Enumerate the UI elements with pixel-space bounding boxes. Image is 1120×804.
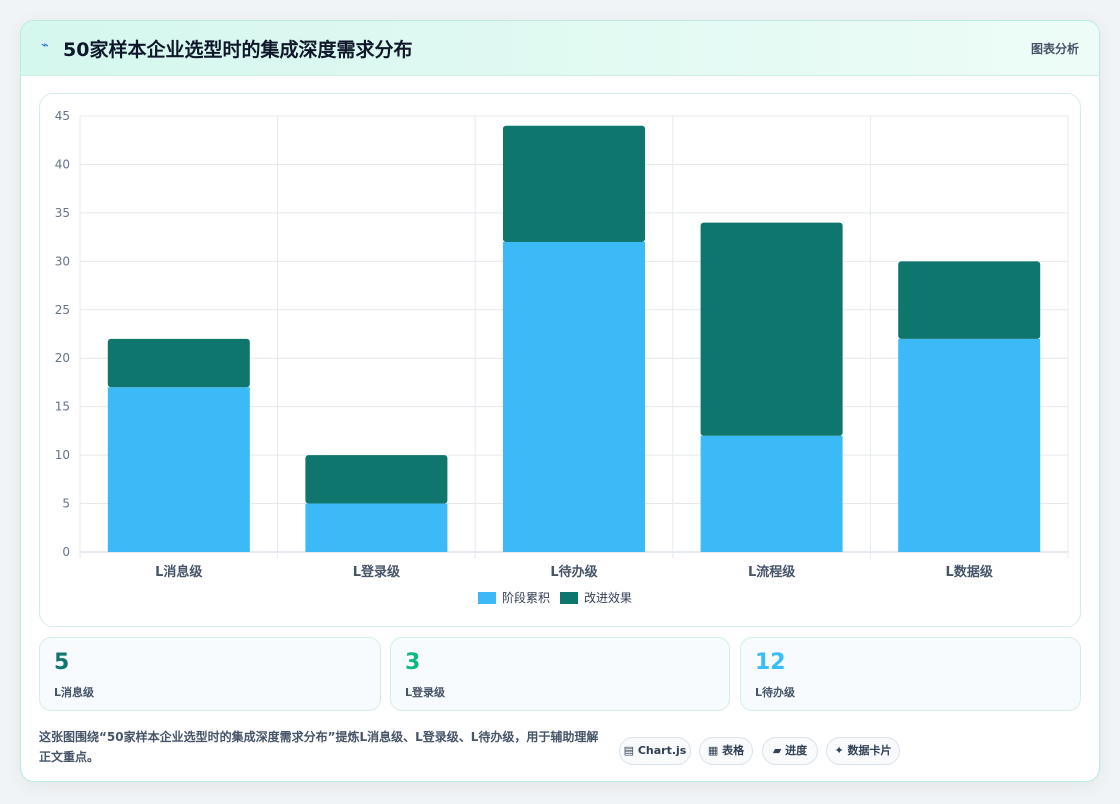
x-tick-label: L登录级 [353, 564, 401, 580]
y-tick-label: 15 [55, 400, 70, 414]
bar-segment [700, 222, 843, 436]
y-tick-label: 30 [55, 254, 70, 268]
stacked-bar-chart: 0 5 10 15 20 25 30 35 40 45 L消息级 L登录级 L待办级 L流程级 L数据级 阶… [55, 109, 1069, 605]
x-tick-label: L流程级 [748, 564, 796, 580]
legend-swatch [478, 592, 496, 604]
stat-value: 12 [755, 650, 786, 675]
tag-chartjs[interactable]: ▤ Chart.js [619, 737, 691, 765]
x-tick-label: L消息级 [155, 564, 203, 580]
y-tick-label: 35 [55, 206, 70, 220]
bar-segment [700, 435, 843, 552]
tag-table[interactable]: ▦ 表格 [699, 737, 753, 765]
stat-card-3: 12 L待办级 [740, 637, 1081, 711]
stat-value: 5 [54, 650, 70, 675]
tag-progress[interactable]: ▰ 进度 [762, 737, 818, 765]
bar-segment [898, 261, 1041, 339]
y-tick-label: 25 [55, 303, 70, 317]
bar-segment [503, 125, 645, 242]
bar-segment [503, 241, 645, 552]
lightning-icon: ⌁ [41, 38, 49, 53]
stat-label: L待办级 [755, 686, 796, 699]
x-tick-label: L数据级 [946, 564, 994, 580]
tag-data-card[interactable]: ✦ 数据卡片 [826, 737, 900, 765]
y-tick-label: 10 [55, 448, 70, 462]
stat-value: 3 [405, 650, 421, 675]
stat-card-1: 5 L消息级 [39, 637, 381, 711]
page-title: 50家样本企业选型时的集成深度需求分布 [63, 39, 413, 61]
bar-segment [898, 338, 1041, 552]
bar-segment [305, 455, 448, 504]
chart-description: 这张图围绕“50家样本企业选型时的集成深度需求分布”提炼L消息级、L登录级、L待… [39, 730, 599, 764]
card-header: ⌁ 50家样本企业选型时的集成深度需求分布 图表分析 [21, 21, 1099, 76]
legend-swatch [560, 592, 578, 604]
bar-segment [107, 387, 250, 552]
y-tick-label: 45 [55, 109, 70, 123]
legend-label: 改进效果 [584, 590, 632, 605]
x-tick-label: L待办级 [550, 564, 598, 580]
bar-segment [107, 338, 250, 388]
bar-segment [305, 503, 448, 552]
stat-label: L消息级 [54, 686, 95, 699]
chart-panel: 0 5 10 15 20 25 30 35 40 45 L消息级 L登录级 L待办级 L流程级 L数据级 阶… [39, 93, 1081, 627]
legend-label: 阶段累积 [502, 590, 550, 605]
stat-card-2: 3 L登录级 [390, 637, 730, 711]
y-tick-label: 5 [62, 497, 70, 511]
chart-analysis-link[interactable]: 图表分析 [1031, 40, 1079, 57]
chart-card: ⌁ 50家样本企业选型时的集成深度需求分布 图表分析 0 5 10 15 20 25 30 3… [20, 20, 1100, 782]
y-tick-label: 20 [55, 351, 70, 365]
y-tick-label: 40 [55, 157, 70, 171]
y-tick-label: 0 [62, 545, 70, 559]
stat-label: L登录级 [405, 686, 446, 699]
